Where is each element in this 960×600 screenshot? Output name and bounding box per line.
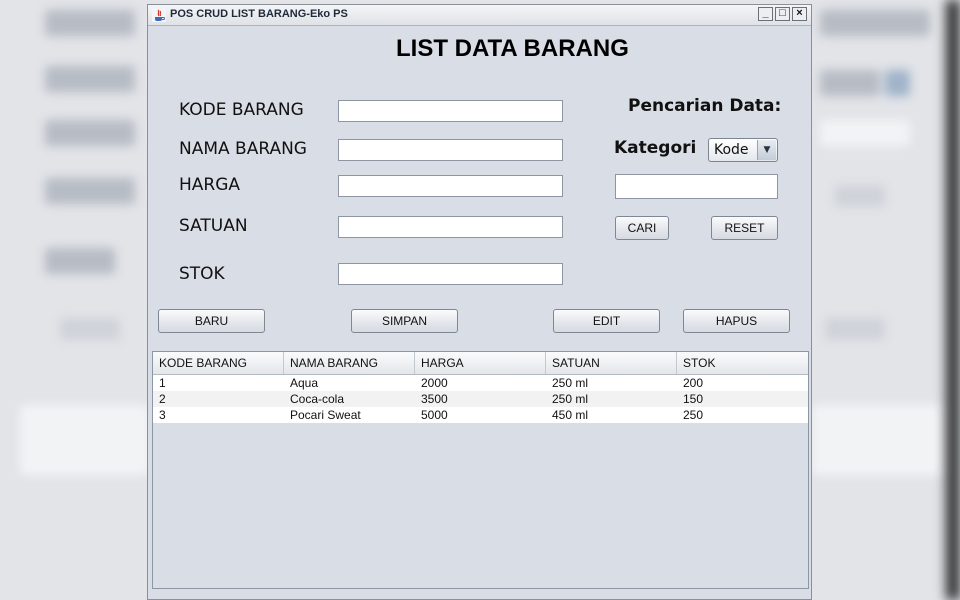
minimize-icon[interactable]: _ [758,7,773,21]
java-icon [152,8,166,22]
search-input[interactable] [615,174,778,199]
table-cell: 150 [683,392,704,406]
table-cell: 3500 [421,392,448,406]
table-cell: 5000 [421,408,448,422]
table-cell: 250 ml [552,376,589,390]
reset-button[interactable]: RESET [711,216,778,240]
column-header[interactable]: STOK [677,352,808,374]
table-row[interactable]: 2 Coca-cola 3500 250 ml 150 [153,391,808,407]
table-cell: 2000 [421,376,448,390]
app-window: POS CRUD LIST BARANG-Eko PS _ □ × LIST D… [147,4,812,600]
table-cell: Pocari Sweat [290,408,361,422]
kode-barang-label: KODE BARANG [179,100,304,120]
column-header[interactable]: HARGA [415,352,546,374]
edit-button[interactable]: EDIT [553,309,660,333]
table-cell: 200 [683,376,704,390]
data-table: KODE BARANG NAMA BARANG HARGA SATUAN STO… [152,351,809,589]
kategori-select-value: Kode [714,142,749,158]
hapus-button[interactable]: HAPUS [683,309,790,333]
kategori-label: Kategori [614,138,697,158]
chevron-down-icon[interactable]: ▼ [757,140,776,160]
kode-barang-field[interactable] [338,100,563,122]
satuan-field[interactable] [338,216,563,238]
column-header[interactable]: NAMA BARANG [284,352,415,374]
satuan-label: SATUAN [179,216,248,236]
window-controls: _ □ × [758,7,807,21]
title-bar[interactable]: POS CRUD LIST BARANG-Eko PS _ □ × [148,5,811,26]
table-cell: 250 ml [552,392,589,406]
table-cell: 450 ml [552,408,589,422]
table-cell: 250 [683,408,704,422]
cari-button[interactable]: CARI [615,216,669,240]
table-cell: Aqua [290,376,319,390]
page-title: LIST DATA BARANG [396,35,629,62]
harga-label: HARGA [179,175,241,195]
kategori-select[interactable]: Kode ▼ [708,138,778,162]
maximize-icon[interactable]: □ [775,7,790,21]
column-header[interactable]: SATUAN [546,352,677,374]
table-cell: 3 [159,408,166,422]
harga-field[interactable] [338,175,563,197]
table-row[interactable]: 3 Pocari Sweat 5000 450 ml 250 [153,407,808,423]
table-row[interactable]: 1 Aqua 2000 250 ml 200 [153,375,808,391]
table-cell: 1 [159,376,166,390]
search-title: Pencarian Data: [628,96,782,116]
stok-field[interactable] [338,263,563,285]
nama-barang-field[interactable] [338,139,563,161]
stok-label: STOK [179,264,225,284]
window-title: POS CRUD LIST BARANG-Eko PS [170,8,348,20]
simpan-button[interactable]: SIMPAN [351,309,458,333]
close-icon[interactable]: × [792,7,807,21]
nama-barang-label: NAMA BARANG [179,139,307,159]
baru-button[interactable]: BARU [158,309,265,333]
table-cell: 2 [159,392,166,406]
table-cell: Coca-cola [290,392,345,406]
table-header: KODE BARANG NAMA BARANG HARGA SATUAN STO… [153,352,808,375]
column-header[interactable]: KODE BARANG [153,352,284,374]
